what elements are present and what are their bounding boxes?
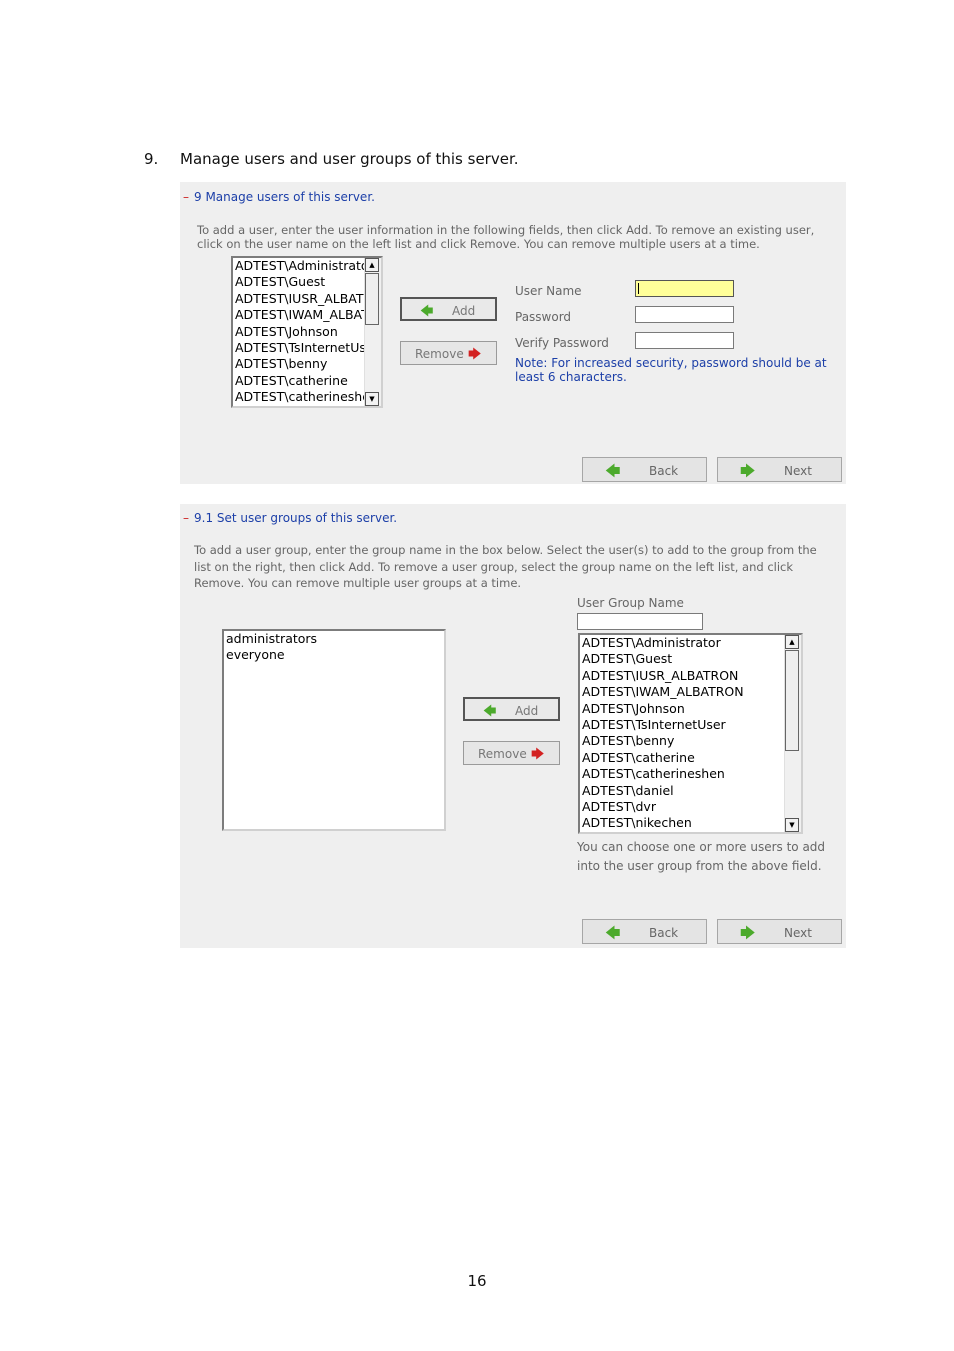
user-list-item[interactable]: ADTEST\Johnson [235, 324, 364, 340]
next-button[interactable]: 🡆 Next [717, 457, 842, 482]
scroll-down-icon[interactable]: ▼ [365, 392, 379, 406]
group-user-list-item[interactable]: ADTEST\dvr [582, 799, 784, 815]
collapse-icon[interactable]: – [183, 511, 189, 525]
group-user-list-item[interactable]: ADTEST\Johnson [582, 701, 784, 717]
add-group-button[interactable]: 🡄 Add [463, 697, 560, 721]
group-user-list-item[interactable]: ADTEST\benny [582, 733, 784, 749]
scroll-up-icon[interactable]: ▲ [365, 258, 379, 272]
group-user-list-item[interactable]: ADTEST\IUSR_ALBATRON [582, 668, 784, 684]
back-label: Back [649, 926, 679, 940]
user-list-item[interactable]: ADTEST\Administrator [235, 258, 364, 274]
description-line: To add a user, enter the user informatio… [197, 223, 815, 237]
collapse-icon[interactable]: – [183, 190, 189, 204]
group-user-list-scrollbar[interactable]: ▲ ▼ [784, 635, 801, 832]
manage-users-title-text: 9 Manage users of this server. [194, 190, 375, 204]
add-group-label: Add [515, 704, 539, 718]
note-line: least 6 characters. [515, 370, 627, 384]
user-list-items[interactable]: ADTEST\Administrator ADTEST\Guest ADTEST\I… [235, 258, 364, 406]
group-user-list-item[interactable]: ADTEST\TsInternetUser [582, 717, 784, 733]
user-groups-title-text: 9.1 Set user groups of this server. [194, 511, 398, 525]
note-line: Note: For increased security, password s… [515, 356, 827, 370]
user-list-item[interactable]: ADTEST\catherine [235, 373, 364, 389]
password-field[interactable] [635, 306, 734, 323]
user-name-label: User Name [515, 284, 582, 298]
back-label: Back [649, 464, 679, 478]
left-arrow-icon: 🡄 [483, 704, 497, 719]
step-number: 9. [144, 150, 159, 168]
description-line: Remove. You can remove multiple user gro… [194, 576, 522, 590]
user-list-item[interactable]: ADTEST\Guest [235, 274, 364, 290]
step-heading: 9. Manage users and user groups of this s… [144, 150, 519, 168]
page-number: 16 [467, 1272, 487, 1290]
left-arrow-icon: 🡄 [605, 462, 621, 480]
user-list-item[interactable]: ADTEST\catherineshen [235, 389, 364, 405]
manage-users-description: To add a user, enter the user informatio… [197, 223, 814, 251]
description-line: To add a user group, enter the group nam… [194, 543, 817, 557]
next-label: Next [784, 464, 812, 478]
group-user-list[interactable]: ADTEST\Administrator ADTEST\Guest ADTEST\I… [578, 633, 803, 834]
back-button[interactable]: 🡄 Back [582, 457, 707, 482]
user-groups-title[interactable]: –9.1 Set user groups of this server. [183, 511, 397, 525]
scroll-down-icon[interactable]: ▼ [785, 818, 799, 832]
left-arrow-icon: 🡄 [420, 304, 434, 319]
user-list-scrollbar[interactable]: ▲ ▼ [364, 258, 381, 406]
remove-group-button[interactable]: Remove 🡆 [463, 741, 560, 765]
group-list-item[interactable]: administrators [226, 631, 442, 647]
right-arrow-icon: 🡆 [468, 347, 482, 362]
add-user-button[interactable]: 🡄 Add [400, 297, 497, 321]
scroll-thumb[interactable] [365, 273, 379, 325]
group-name-field[interactable] [577, 613, 703, 630]
group-user-hint: You can choose one or more users to add … [577, 838, 825, 876]
scroll-up-icon[interactable]: ▲ [785, 635, 799, 649]
add-user-label: Add [452, 304, 476, 318]
description-line: list on the right, then click Add. To re… [194, 559, 794, 574]
password-note: Note: For increased security, password s… [515, 356, 827, 384]
verify-password-field[interactable] [635, 332, 734, 349]
user-list-item[interactable]: ADTEST\benny [235, 356, 364, 372]
password-label: Password [515, 310, 572, 324]
remove-group-label: Remove [478, 747, 527, 761]
hint-line: into the user group from the above field… [577, 859, 822, 873]
user-list-item[interactable]: ADTEST\IUSR_ALBATRON [235, 291, 364, 307]
user-list-item[interactable]: ADTEST\TsInternetUser [235, 340, 364, 356]
back-button[interactable]: 🡄 Back [582, 919, 707, 944]
user-groups-description: To add a user group, enter the group nam… [194, 542, 817, 592]
group-user-list-item[interactable]: ADTEST\nikechen [582, 815, 784, 831]
group-list-item[interactable]: everyone [226, 647, 442, 663]
group-user-list-item[interactable]: ADTEST\IWAM_ALBATRON [582, 684, 784, 700]
remove-user-label: Remove [415, 347, 464, 361]
group-user-list-item[interactable]: ADTEST\Administrator [582, 635, 784, 651]
description-line: click on the user name on the left list … [197, 237, 760, 251]
step-text: Manage users and user groups of this ser… [180, 150, 519, 168]
group-name-label: User Group Name [577, 596, 684, 610]
group-user-list-items[interactable]: ADTEST\Administrator ADTEST\Guest ADTEST\I… [582, 635, 784, 832]
group-list-items[interactable]: administrators everyone [226, 631, 442, 829]
remove-user-button[interactable]: Remove 🡆 [400, 341, 497, 365]
verify-password-label: Verify Password [515, 336, 609, 350]
group-user-list-item[interactable]: ADTEST\catherine [582, 750, 784, 766]
hint-line: You can choose one or more users to add [577, 840, 826, 854]
right-arrow-icon: 🡆 [740, 924, 756, 942]
user-list[interactable]: ADTEST\Administrator ADTEST\Guest ADTEST\I… [231, 256, 383, 408]
left-arrow-icon: 🡄 [605, 924, 621, 942]
user-name-field[interactable] [635, 280, 734, 297]
user-list-item[interactable]: ADTEST\IWAM_ALBATRON [235, 307, 364, 323]
group-user-list-item[interactable]: ADTEST\catherineshen [582, 766, 784, 782]
group-user-list-item[interactable]: ADTEST\daniel [582, 783, 784, 799]
next-label: Next [784, 926, 812, 940]
group-user-list-item[interactable]: ADTEST\Guest [582, 651, 784, 667]
manage-users-title[interactable]: –9 Manage users of this server. [183, 190, 375, 204]
manage-users-panel: –9 Manage users of this server. To add a… [180, 182, 846, 484]
user-groups-panel: –9.1 Set user groups of this server. To … [180, 504, 846, 948]
next-button[interactable]: 🡆 Next [717, 919, 842, 944]
right-arrow-icon: 🡆 [740, 462, 756, 480]
scroll-thumb[interactable] [785, 650, 799, 751]
right-arrow-icon: 🡆 [531, 747, 545, 762]
group-list[interactable]: administrators everyone [222, 629, 446, 831]
